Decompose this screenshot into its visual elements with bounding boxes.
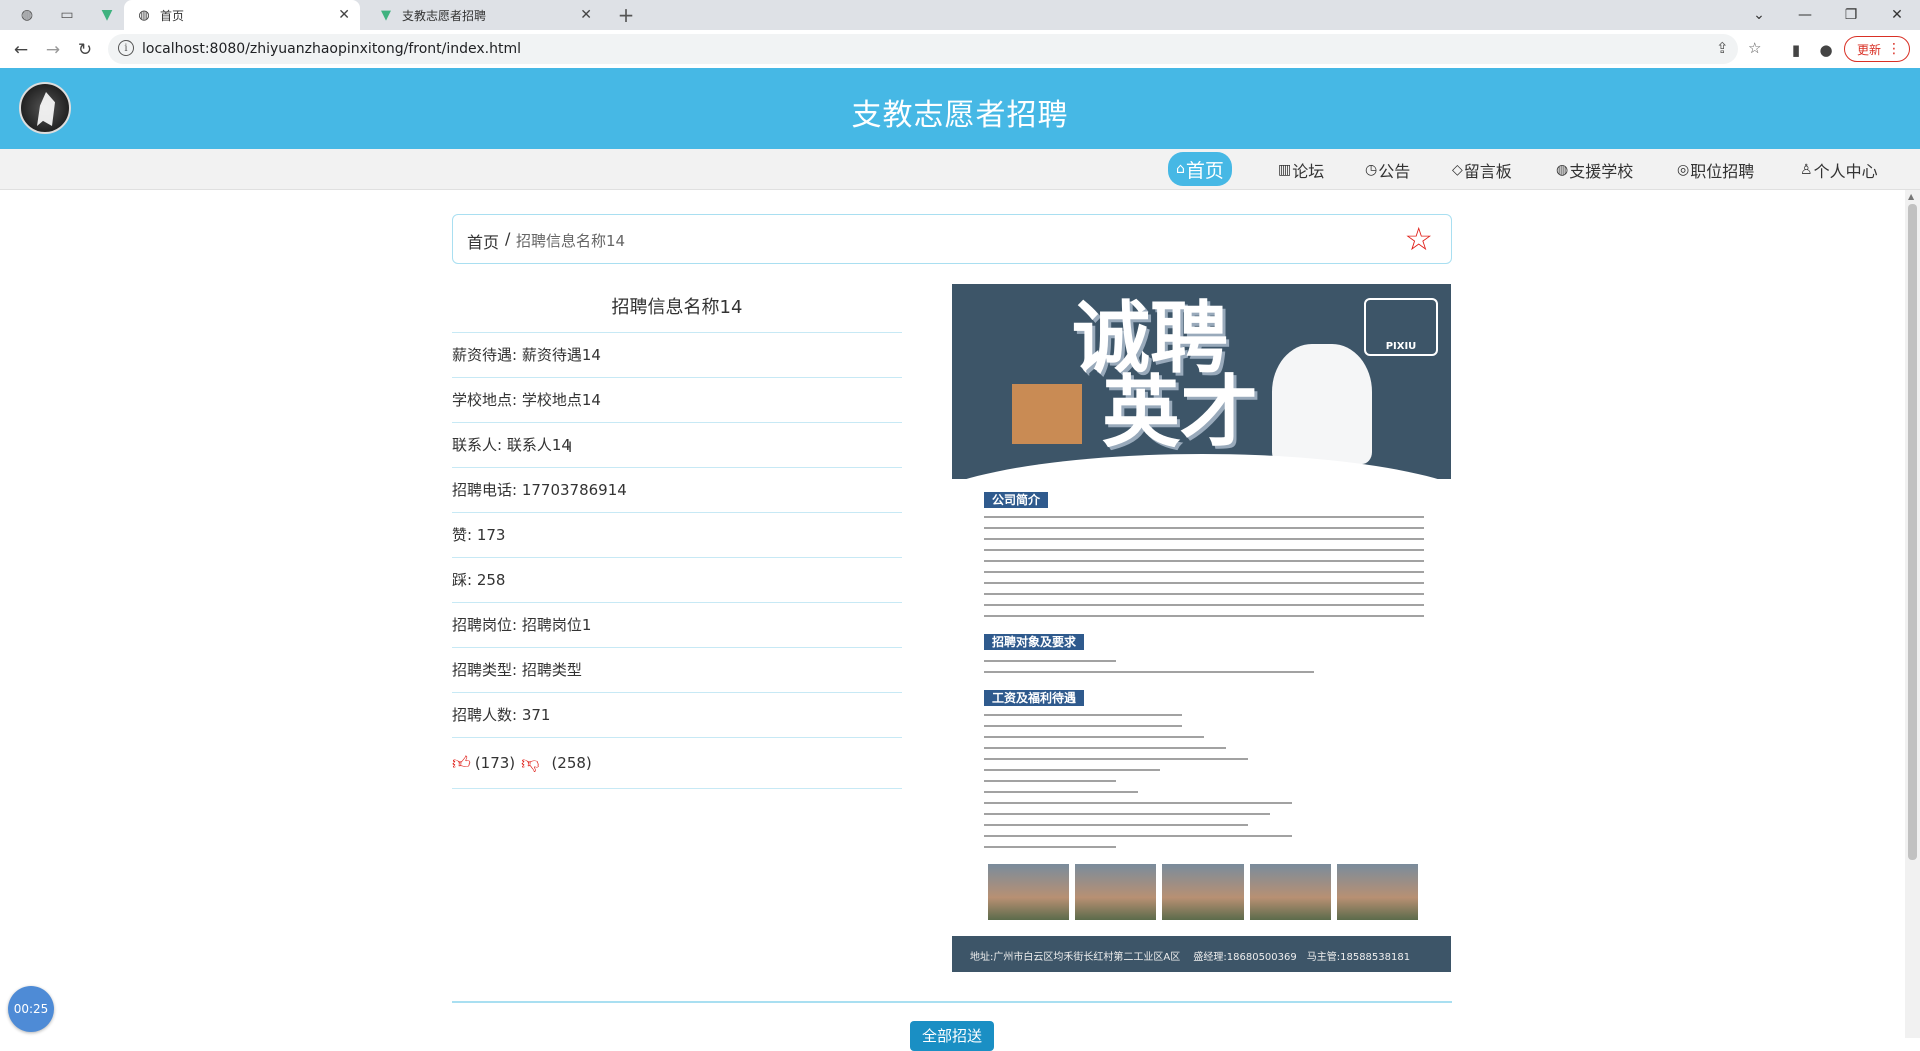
badge-icon: ◎ xyxy=(1677,162,1690,178)
maximize-icon[interactable]: ❐ xyxy=(1828,0,1874,30)
nav-forum[interactable]: ▥ 论坛 xyxy=(1278,155,1324,185)
job-details: 招聘信息名称14 薪资待遇: 薪资待遇14 学校地点: 学校地点14 联系人: … xyxy=(452,284,902,789)
url-text: localhost:8080/zhiyuanzhaopinxitong/fron… xyxy=(142,41,522,57)
url-bar[interactable]: i localhost:8080/zhiyuanzhaopinxitong/fr… xyxy=(108,34,1761,64)
detail-salary: 薪资待遇: 薪资待遇14 xyxy=(452,333,902,378)
poster-requirements-text xyxy=(984,660,1424,682)
content-divider xyxy=(452,1001,1452,1003)
text-cursor-icon: I xyxy=(568,440,573,456)
nav-home[interactable]: ⌂ 首页 xyxy=(1168,152,1232,186)
detail-dislikes: 踩: 258 xyxy=(452,558,902,603)
favorite-star-icon[interactable]: ☆ xyxy=(1404,223,1433,255)
profile-icon[interactable]: ● xyxy=(1815,39,1837,61)
globe-icon: ◍ xyxy=(20,7,34,23)
tab-label: 支教志愿者招聘 xyxy=(402,8,487,23)
breadcrumb: 首页 / 招聘信息名称14 ☆ xyxy=(452,214,1452,264)
nav-message-board[interactable]: ◇ 留言板 xyxy=(1452,155,1512,185)
globe-icon: ◍ xyxy=(138,7,150,23)
detail-contact: 联系人: 联系人14 xyxy=(452,423,902,468)
poster-intro-text xyxy=(984,516,1424,626)
browser-tab-home[interactable]: ◍ 首页 ✕ xyxy=(124,0,360,30)
new-tab-button[interactable]: + xyxy=(606,3,646,27)
poster-benefits-text xyxy=(984,714,1424,857)
vote-bar: 👍︎ (173) 👎︎ (258) xyxy=(452,738,902,789)
home-icon: ⌂ xyxy=(1176,161,1185,177)
breadcrumb-home[interactable]: 首页 xyxy=(467,229,499,253)
poster-photo-strip xyxy=(988,864,1419,920)
minimize-icon[interactable]: — xyxy=(1782,0,1828,30)
poster-logo: PIXIU xyxy=(1364,298,1438,356)
site-header: 支教志愿者招聘 xyxy=(0,68,1920,149)
main-nav: ⌂ 首页 ▥ 论坛 ◷ 公告 ◇ 留言板 ◍ 支援学校 ◎ 职位招聘 ♙ 个人中心 xyxy=(0,149,1920,190)
page-scrollbar[interactable]: ▲ xyxy=(1905,190,1920,1038)
browser-tab-bar: ◍ ▭ ▼ ◍ 首页 ✕ ▼ 支教志愿者招聘 ✕ + ⌄ — ❐ ✕ xyxy=(0,0,1920,30)
vue-icon: ▼ xyxy=(101,7,113,23)
detail-type: 招聘类型: 招聘类型 xyxy=(452,648,902,693)
browser-tab-recruit[interactable]: ▼ 支教志愿者招聘 ✕ xyxy=(366,0,602,30)
poster-footer: 地址:广州市白云区均禾街长红村第二工业区A区 盛经理:18680500369 马… xyxy=(952,936,1451,972)
breadcrumb-separator: / xyxy=(505,229,511,248)
tab-search-icon[interactable]: ⌄ xyxy=(1736,0,1782,30)
view-all-button[interactable]: 全部招送 xyxy=(910,1021,994,1051)
back-icon[interactable]: ← xyxy=(10,39,32,61)
detail-likes: 赞: 173 xyxy=(452,513,902,558)
poster-section-benefits: 工资及福利待遇 xyxy=(984,690,1085,706)
update-button[interactable]: 更新 ⋮ xyxy=(1844,36,1910,62)
nav-personal-center[interactable]: ♙ 个人中心 xyxy=(1800,155,1878,185)
detail-headcount: 招聘人数: 371 xyxy=(452,693,902,738)
nav-announcement[interactable]: ◷ 公告 xyxy=(1365,155,1410,185)
recruitment-poster: 诚聘 英才 PIXIU 公司简介 招聘对象及要求 工资及福利待遇 地址:广州市白… xyxy=(952,284,1451,972)
reload-icon[interactable]: ↻ xyxy=(74,39,96,61)
share-icon[interactable]: ⇪ xyxy=(1716,39,1729,57)
like-count: (173) xyxy=(474,754,516,772)
scroll-up-icon[interactable]: ▲ xyxy=(1908,192,1914,201)
pinned-tab-globe[interactable]: ◍ xyxy=(7,5,47,25)
page-icon: ▭ xyxy=(60,7,74,23)
poster-section-intro: 公司简介 xyxy=(984,492,1049,508)
tag-icon: ◇ xyxy=(1452,162,1463,178)
poster-address: 地址:广州市白云区均禾街长红村第二工业区A区 盛经理:18680500369 马… xyxy=(970,952,1411,963)
poster-headline: 诚聘 英才 xyxy=(1072,293,1259,459)
poster-banner: 诚聘 英才 PIXIU xyxy=(952,284,1451,479)
window-close-icon[interactable]: ✕ xyxy=(1874,0,1920,30)
site-info-icon[interactable]: i xyxy=(118,40,134,56)
globe-icon: ◍ xyxy=(1556,162,1569,178)
forum-icon: ▥ xyxy=(1278,162,1292,178)
scroll-thumb[interactable] xyxy=(1908,204,1917,860)
detail-location: 学校地点: 学校地点14 xyxy=(452,378,902,423)
site-title: 支教志愿者招聘 xyxy=(851,98,1069,133)
tab-label: 首页 xyxy=(160,8,185,23)
forward-icon[interactable]: → xyxy=(42,39,64,61)
close-icon[interactable]: ✕ xyxy=(580,7,592,23)
update-label: 更新 xyxy=(1857,42,1882,57)
breadcrumb-current: 招聘信息名称14 xyxy=(516,232,626,250)
nav-schools[interactable]: ◍ 支援学校 xyxy=(1556,155,1633,185)
poster-person-illustration xyxy=(1272,344,1372,464)
more-icon[interactable]: ⋮ xyxy=(1887,41,1901,57)
thumbs-up-icon[interactable]: 👍︎ xyxy=(452,752,471,774)
recording-timer[interactable]: 00:25 xyxy=(8,986,54,1032)
nav-jobs[interactable]: ◎ 职位招聘 xyxy=(1677,155,1754,185)
detail-position: 招聘岗位: 招聘岗位1 xyxy=(452,603,902,648)
address-toolbar: ← → ↻ i localhost:8080/zhiyuanzhaopinxit… xyxy=(0,30,1920,69)
thumbs-down-icon[interactable]: 👎︎ xyxy=(521,752,539,774)
user-icon: ♙ xyxy=(1800,162,1813,178)
pinned-tab-vue[interactable]: ▼ xyxy=(87,5,127,25)
poster-section-requirements: 招聘对象及要求 xyxy=(984,634,1085,650)
job-title: 招聘信息名称14 xyxy=(452,284,902,333)
detail-phone: 招聘电话: 17703786914 xyxy=(452,468,902,513)
pinned-tab-blank[interactable]: ▭ xyxy=(47,5,87,25)
bookmark-star-icon[interactable]: ☆ xyxy=(1748,39,1761,57)
announcement-icon: ◷ xyxy=(1365,162,1378,178)
close-icon[interactable]: ✕ xyxy=(338,7,350,23)
side-panel-icon[interactable]: ▮ xyxy=(1785,39,1807,61)
dislike-count: (258) xyxy=(551,754,592,772)
vue-icon: ▼ xyxy=(381,7,391,23)
